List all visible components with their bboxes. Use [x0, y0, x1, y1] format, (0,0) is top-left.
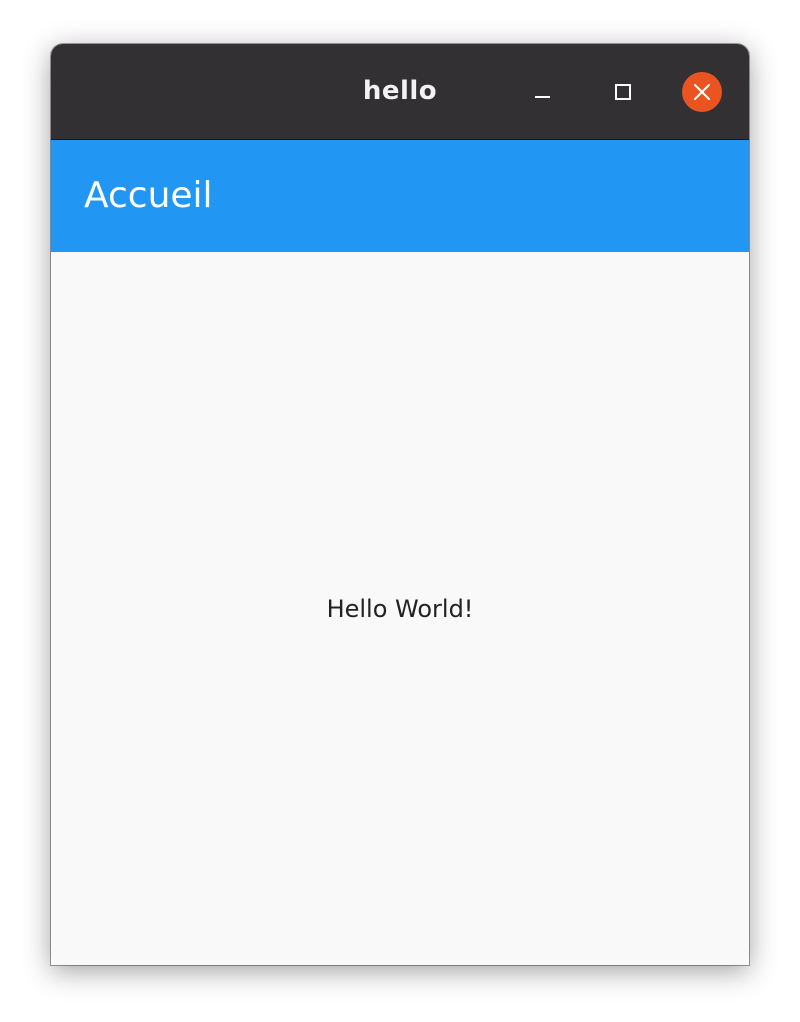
maximize-icon	[615, 84, 631, 100]
close-button[interactable]	[682, 72, 722, 112]
main-content: Hello World!	[51, 252, 749, 965]
page-title: Accueil	[84, 175, 213, 216]
maximize-button[interactable]	[602, 72, 642, 112]
close-icon	[694, 84, 710, 100]
window-title: hello	[362, 76, 438, 106]
app-bar: Accueil	[51, 140, 749, 252]
app-window: hello Accueil Hello World!	[51, 44, 749, 965]
window-titlebar[interactable]: hello	[51, 44, 749, 140]
minimize-icon	[535, 96, 550, 98]
hello-text: Hello World!	[326, 595, 474, 623]
minimize-button[interactable]	[522, 72, 562, 112]
